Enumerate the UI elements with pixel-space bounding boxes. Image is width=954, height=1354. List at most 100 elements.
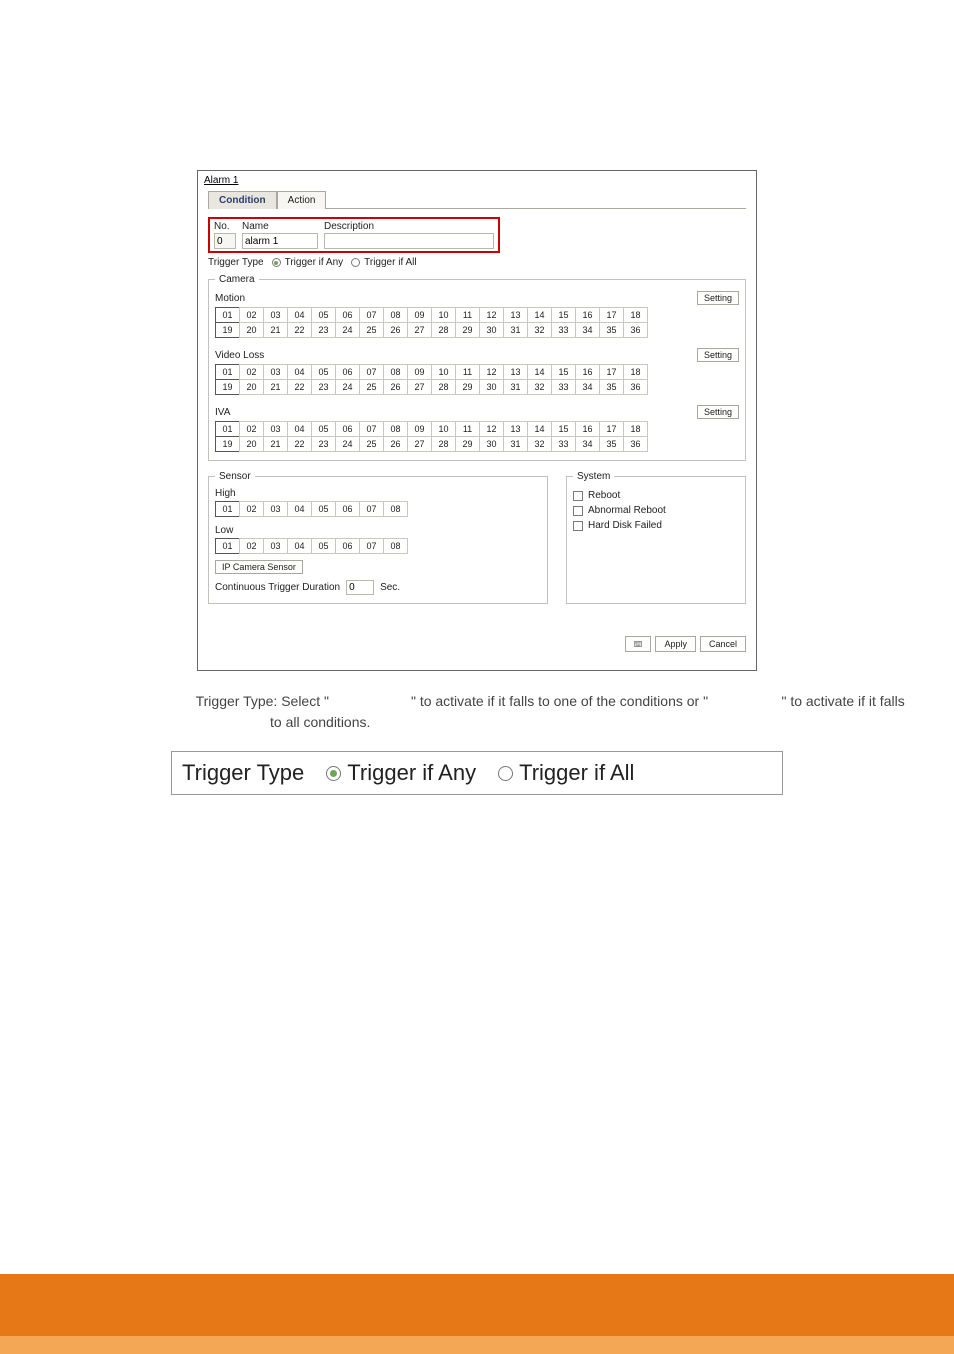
number-cell[interactable]: 31 <box>503 322 528 338</box>
number-cell[interactable]: 07 <box>359 364 384 380</box>
number-cell[interactable]: 20 <box>239 322 264 338</box>
number-cell[interactable]: 34 <box>575 436 600 452</box>
strip-radio-trigger-all[interactable]: Trigger if All <box>498 760 634 786</box>
number-cell[interactable]: 08 <box>383 421 408 437</box>
number-cell[interactable]: 16 <box>575 364 600 380</box>
number-cell[interactable]: 04 <box>287 364 312 380</box>
number-cell[interactable]: 30 <box>479 322 504 338</box>
number-cell[interactable]: 17 <box>599 421 624 437</box>
number-cell[interactable]: 04 <box>287 538 312 554</box>
iva-setting-button[interactable]: Setting <box>697 405 739 419</box>
number-cell[interactable]: 15 <box>551 421 576 437</box>
number-cell[interactable]: 24 <box>335 322 360 338</box>
number-cell[interactable]: 34 <box>575 322 600 338</box>
number-cell[interactable]: 36 <box>623 322 648 338</box>
number-cell[interactable]: 05 <box>311 364 336 380</box>
number-cell[interactable]: 29 <box>455 436 480 452</box>
motion-setting-button[interactable]: Setting <box>697 291 739 305</box>
number-cell[interactable]: 15 <box>551 307 576 323</box>
number-cell[interactable]: 33 <box>551 436 576 452</box>
number-cell[interactable]: 24 <box>335 436 360 452</box>
number-cell[interactable]: 18 <box>623 421 648 437</box>
number-cell[interactable]: 10 <box>431 364 456 380</box>
number-cell[interactable]: 16 <box>575 307 600 323</box>
number-cell[interactable]: 07 <box>359 421 384 437</box>
number-cell[interactable]: 05 <box>311 501 336 517</box>
number-cell[interactable]: 28 <box>431 322 456 338</box>
number-cell[interactable]: 08 <box>383 364 408 380</box>
number-cell[interactable]: 01 <box>215 501 240 517</box>
ip-camera-sensor-button[interactable]: IP Camera Sensor <box>215 560 303 574</box>
number-cell[interactable]: 02 <box>239 538 264 554</box>
number-cell[interactable]: 23 <box>311 436 336 452</box>
number-cell[interactable]: 26 <box>383 379 408 395</box>
radio-trigger-all[interactable]: Trigger if All <box>351 257 416 268</box>
number-cell[interactable]: 19 <box>215 322 240 338</box>
number-cell[interactable]: 25 <box>359 379 384 395</box>
number-cell[interactable]: 18 <box>623 307 648 323</box>
number-cell[interactable]: 01 <box>215 307 240 323</box>
number-cell[interactable]: 17 <box>599 364 624 380</box>
number-cell[interactable]: 02 <box>239 364 264 380</box>
number-cell[interactable]: 31 <box>503 379 528 395</box>
number-cell[interactable]: 25 <box>359 436 384 452</box>
number-cell[interactable]: 02 <box>239 421 264 437</box>
number-cell[interactable]: 01 <box>215 538 240 554</box>
number-cell[interactable]: 35 <box>599 322 624 338</box>
description-field[interactable] <box>324 233 494 249</box>
name-field[interactable] <box>242 233 318 249</box>
number-cell[interactable]: 02 <box>239 501 264 517</box>
number-cell[interactable]: 13 <box>503 421 528 437</box>
number-cell[interactable]: 03 <box>263 364 288 380</box>
number-cell[interactable]: 01 <box>215 421 240 437</box>
number-cell[interactable]: 24 <box>335 379 360 395</box>
number-cell[interactable]: 14 <box>527 307 552 323</box>
number-cell[interactable]: 13 <box>503 307 528 323</box>
number-cell[interactable]: 11 <box>455 421 480 437</box>
number-cell[interactable]: 20 <box>239 436 264 452</box>
number-cell[interactable]: 36 <box>623 379 648 395</box>
number-cell[interactable]: 05 <box>311 421 336 437</box>
number-cell[interactable]: 21 <box>263 322 288 338</box>
number-cell[interactable]: 21 <box>263 379 288 395</box>
number-cell[interactable]: 09 <box>407 421 432 437</box>
number-cell[interactable]: 04 <box>287 501 312 517</box>
number-cell[interactable]: 23 <box>311 322 336 338</box>
number-cell[interactable]: 32 <box>527 436 552 452</box>
strip-radio-trigger-any[interactable]: Trigger if Any <box>326 760 476 786</box>
number-cell[interactable]: 03 <box>263 501 288 517</box>
number-cell[interactable]: 06 <box>335 538 360 554</box>
number-cell[interactable]: 02 <box>239 307 264 323</box>
number-cell[interactable]: 28 <box>431 436 456 452</box>
number-cell[interactable]: 32 <box>527 322 552 338</box>
number-cell[interactable]: 06 <box>335 501 360 517</box>
number-cell[interactable]: 03 <box>263 421 288 437</box>
number-cell[interactable]: 34 <box>575 379 600 395</box>
keyboard-icon-button[interactable] <box>625 636 651 652</box>
tab-action[interactable]: Action <box>277 191 327 209</box>
checkbox-abnormal-reboot[interactable]: Abnormal Reboot <box>573 505 739 516</box>
number-cell[interactable]: 19 <box>215 436 240 452</box>
number-cell[interactable]: 25 <box>359 322 384 338</box>
number-cell[interactable]: 05 <box>311 538 336 554</box>
checkbox-hard-disk-failed[interactable]: Hard Disk Failed <box>573 520 739 531</box>
number-cell[interactable]: 27 <box>407 322 432 338</box>
number-cell[interactable]: 29 <box>455 322 480 338</box>
number-cell[interactable]: 18 <box>623 364 648 380</box>
tab-condition[interactable]: Condition <box>208 191 277 209</box>
number-cell[interactable]: 08 <box>383 538 408 554</box>
number-cell[interactable]: 08 <box>383 307 408 323</box>
number-cell[interactable]: 27 <box>407 436 432 452</box>
number-cell[interactable]: 14 <box>527 421 552 437</box>
number-cell[interactable]: 27 <box>407 379 432 395</box>
number-cell[interactable]: 11 <box>455 307 480 323</box>
number-cell[interactable]: 21 <box>263 436 288 452</box>
checkbox-reboot[interactable]: Reboot <box>573 490 739 501</box>
number-cell[interactable]: 17 <box>599 307 624 323</box>
number-cell[interactable]: 06 <box>335 364 360 380</box>
number-cell[interactable]: 35 <box>599 436 624 452</box>
number-cell[interactable]: 06 <box>335 421 360 437</box>
number-cell[interactable]: 12 <box>479 307 504 323</box>
number-cell[interactable]: 14 <box>527 364 552 380</box>
number-cell[interactable]: 03 <box>263 307 288 323</box>
